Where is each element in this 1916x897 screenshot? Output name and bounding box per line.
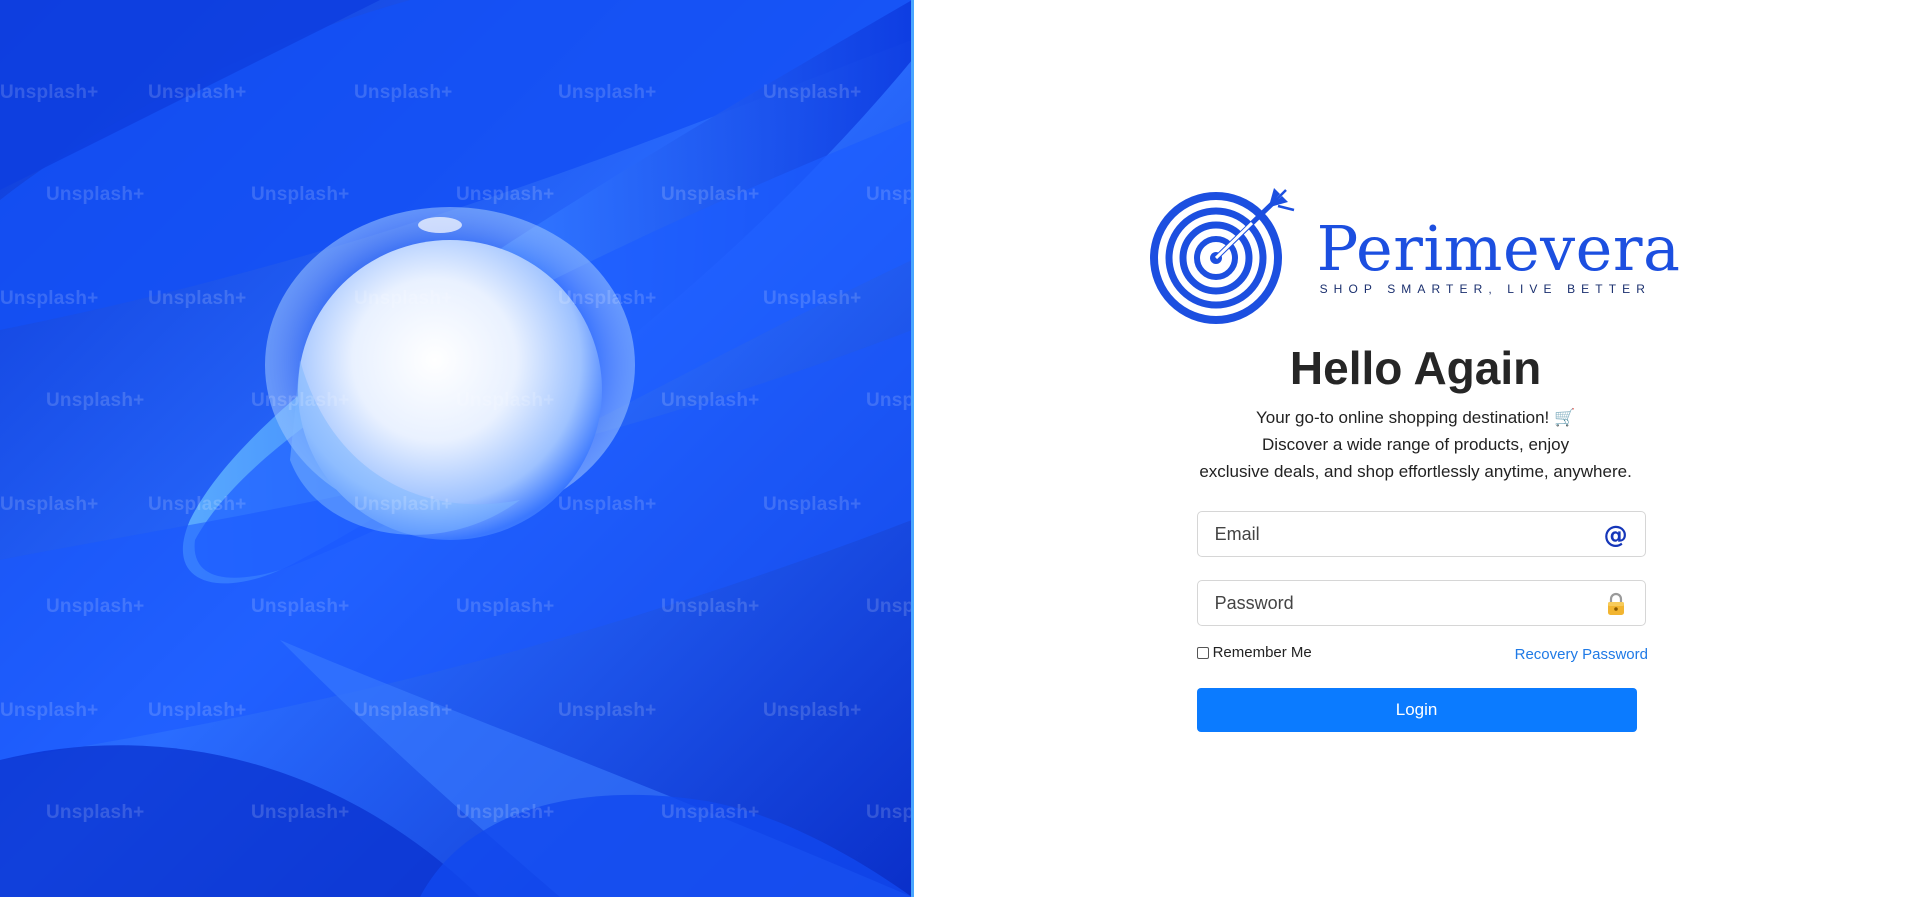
description-line: Discover a wide range of products, enjoy: [1262, 435, 1570, 454]
watermark: Unsplash+: [558, 82, 657, 103]
watermark: Unsplash+: [0, 494, 99, 515]
watermark: Unsplash+: [661, 390, 760, 411]
watermark: Unsplash+: [251, 802, 350, 823]
email-field: @: [1196, 511, 1646, 557]
watermark: Unsplash+: [456, 802, 555, 823]
watermark: Unsplash+: [866, 802, 914, 823]
watermark: Unsplash+: [763, 494, 862, 515]
watermark: Unsplash+: [0, 700, 99, 721]
target-arrow-icon: [1149, 188, 1294, 324]
watermark: Unsplash+: [661, 596, 760, 617]
watermark: Unsplash+: [661, 184, 760, 205]
watermark: Unsplash+: [0, 82, 99, 103]
remember-me[interactable]: Remember Me: [1196, 644, 1312, 661]
watermark: Unsplash+: [0, 288, 99, 309]
remember-me-checkbox[interactable]: [1196, 646, 1209, 659]
login-panel: Perimevera SHOP SMARTER, LIVE BETTER Hel…: [913, 0, 1916, 897]
watermark: Unsplash+: [558, 700, 657, 721]
watermark: Unsplash+: [354, 700, 453, 721]
description: Your go-to online shopping destination! …: [914, 404, 1916, 485]
watermark: Unsplash+: [558, 288, 657, 309]
watermark: Unsplash+: [251, 184, 350, 205]
watermark: Unsplash+: [354, 82, 453, 103]
watermark: Unsplash+: [251, 596, 350, 617]
watermark: Unsplash+: [456, 390, 555, 411]
remember-me-label: Remember Me: [1212, 644, 1312, 661]
page-title: Hello Again: [1289, 342, 1542, 394]
watermark: Unsplash+: [558, 494, 657, 515]
watermark: Unsplash+: [661, 802, 760, 823]
watermark: Unsplash+: [866, 390, 914, 411]
watermark: Unsplash+: [148, 288, 247, 309]
watermark: Unsplash+: [866, 184, 914, 205]
watermark: Unsplash+: [763, 82, 862, 103]
recovery-password-link[interactable]: Recovery Password: [1515, 646, 1648, 663]
brand-name: Perimevera: [1316, 212, 1681, 285]
hero-image: Unsplash+ Unsplash+ Unsplash+ Unsplash+ …: [0, 0, 914, 897]
email-input[interactable]: [1197, 512, 1645, 556]
login-page: Unsplash+ Unsplash+ Unsplash+ Unsplash+ …: [0, 0, 1916, 897]
watermark: Unsplash+: [46, 802, 145, 823]
watermark: Unsplash+: [46, 596, 145, 617]
watermark: Unsplash+: [354, 494, 453, 515]
watermark: Unsplash+: [763, 700, 862, 721]
watermark: Unsplash+: [251, 390, 350, 411]
brand-tagline: SHOP SMARTER, LIVE BETTER: [1319, 282, 1652, 296]
watermark: Unsplash+: [456, 184, 555, 205]
watermark: Unsplash+: [148, 494, 247, 515]
hero-background-art: [0, 0, 911, 897]
watermark: Unsplash+: [456, 596, 555, 617]
lock-icon: [1603, 591, 1629, 617]
watermark: Unsplash+: [148, 82, 247, 103]
watermark: Unsplash+: [46, 184, 145, 205]
description-line: Your go-to online shopping destination! …: [1255, 408, 1576, 427]
watermark: Unsplash+: [354, 288, 453, 309]
login-button[interactable]: Login: [1196, 688, 1637, 732]
at-sign-icon: @: [1603, 521, 1628, 549]
brand-logo: Perimevera SHOP SMARTER, LIVE BETTER: [1148, 186, 1688, 326]
watermark: Unsplash+: [148, 700, 247, 721]
watermark: Unsplash+: [46, 390, 145, 411]
password-field: [1196, 580, 1646, 626]
password-input[interactable]: [1197, 581, 1645, 625]
watermark: Unsplash+: [763, 288, 862, 309]
description-line: exclusive deals, and shop effortlessly a…: [1199, 462, 1632, 481]
watermark: Unsplash+: [866, 596, 914, 617]
